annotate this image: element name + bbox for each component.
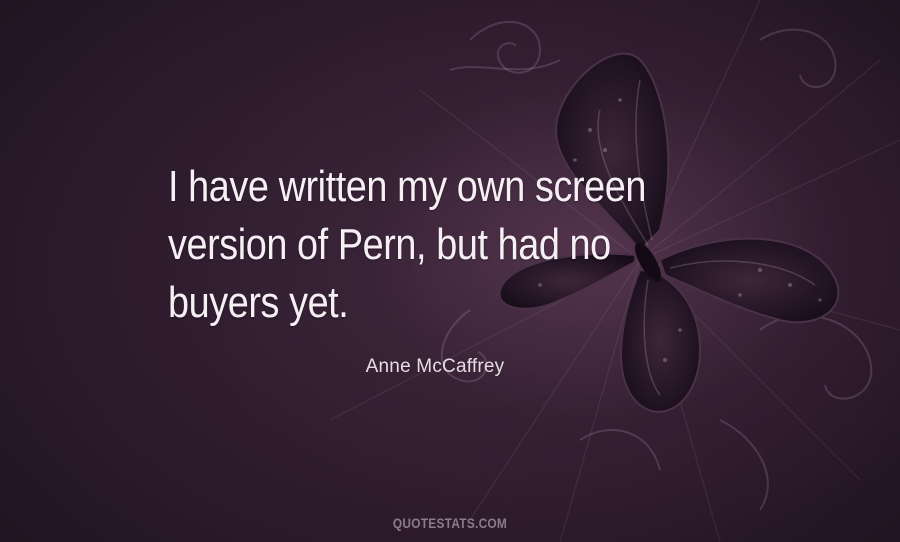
quote-line: I have written my own screen: [168, 162, 646, 211]
quote-text: I have written my own screen version of …: [168, 158, 718, 332]
site-watermark: QUOTESTATS.COM: [392, 515, 508, 531]
quote-line: buyers yet.: [168, 278, 349, 327]
quote-card: I have written my own screen version of …: [0, 0, 900, 542]
quote-author: Anne McCaffrey: [365, 356, 505, 377]
quote-line: version of Pern, but had no: [168, 220, 611, 269]
